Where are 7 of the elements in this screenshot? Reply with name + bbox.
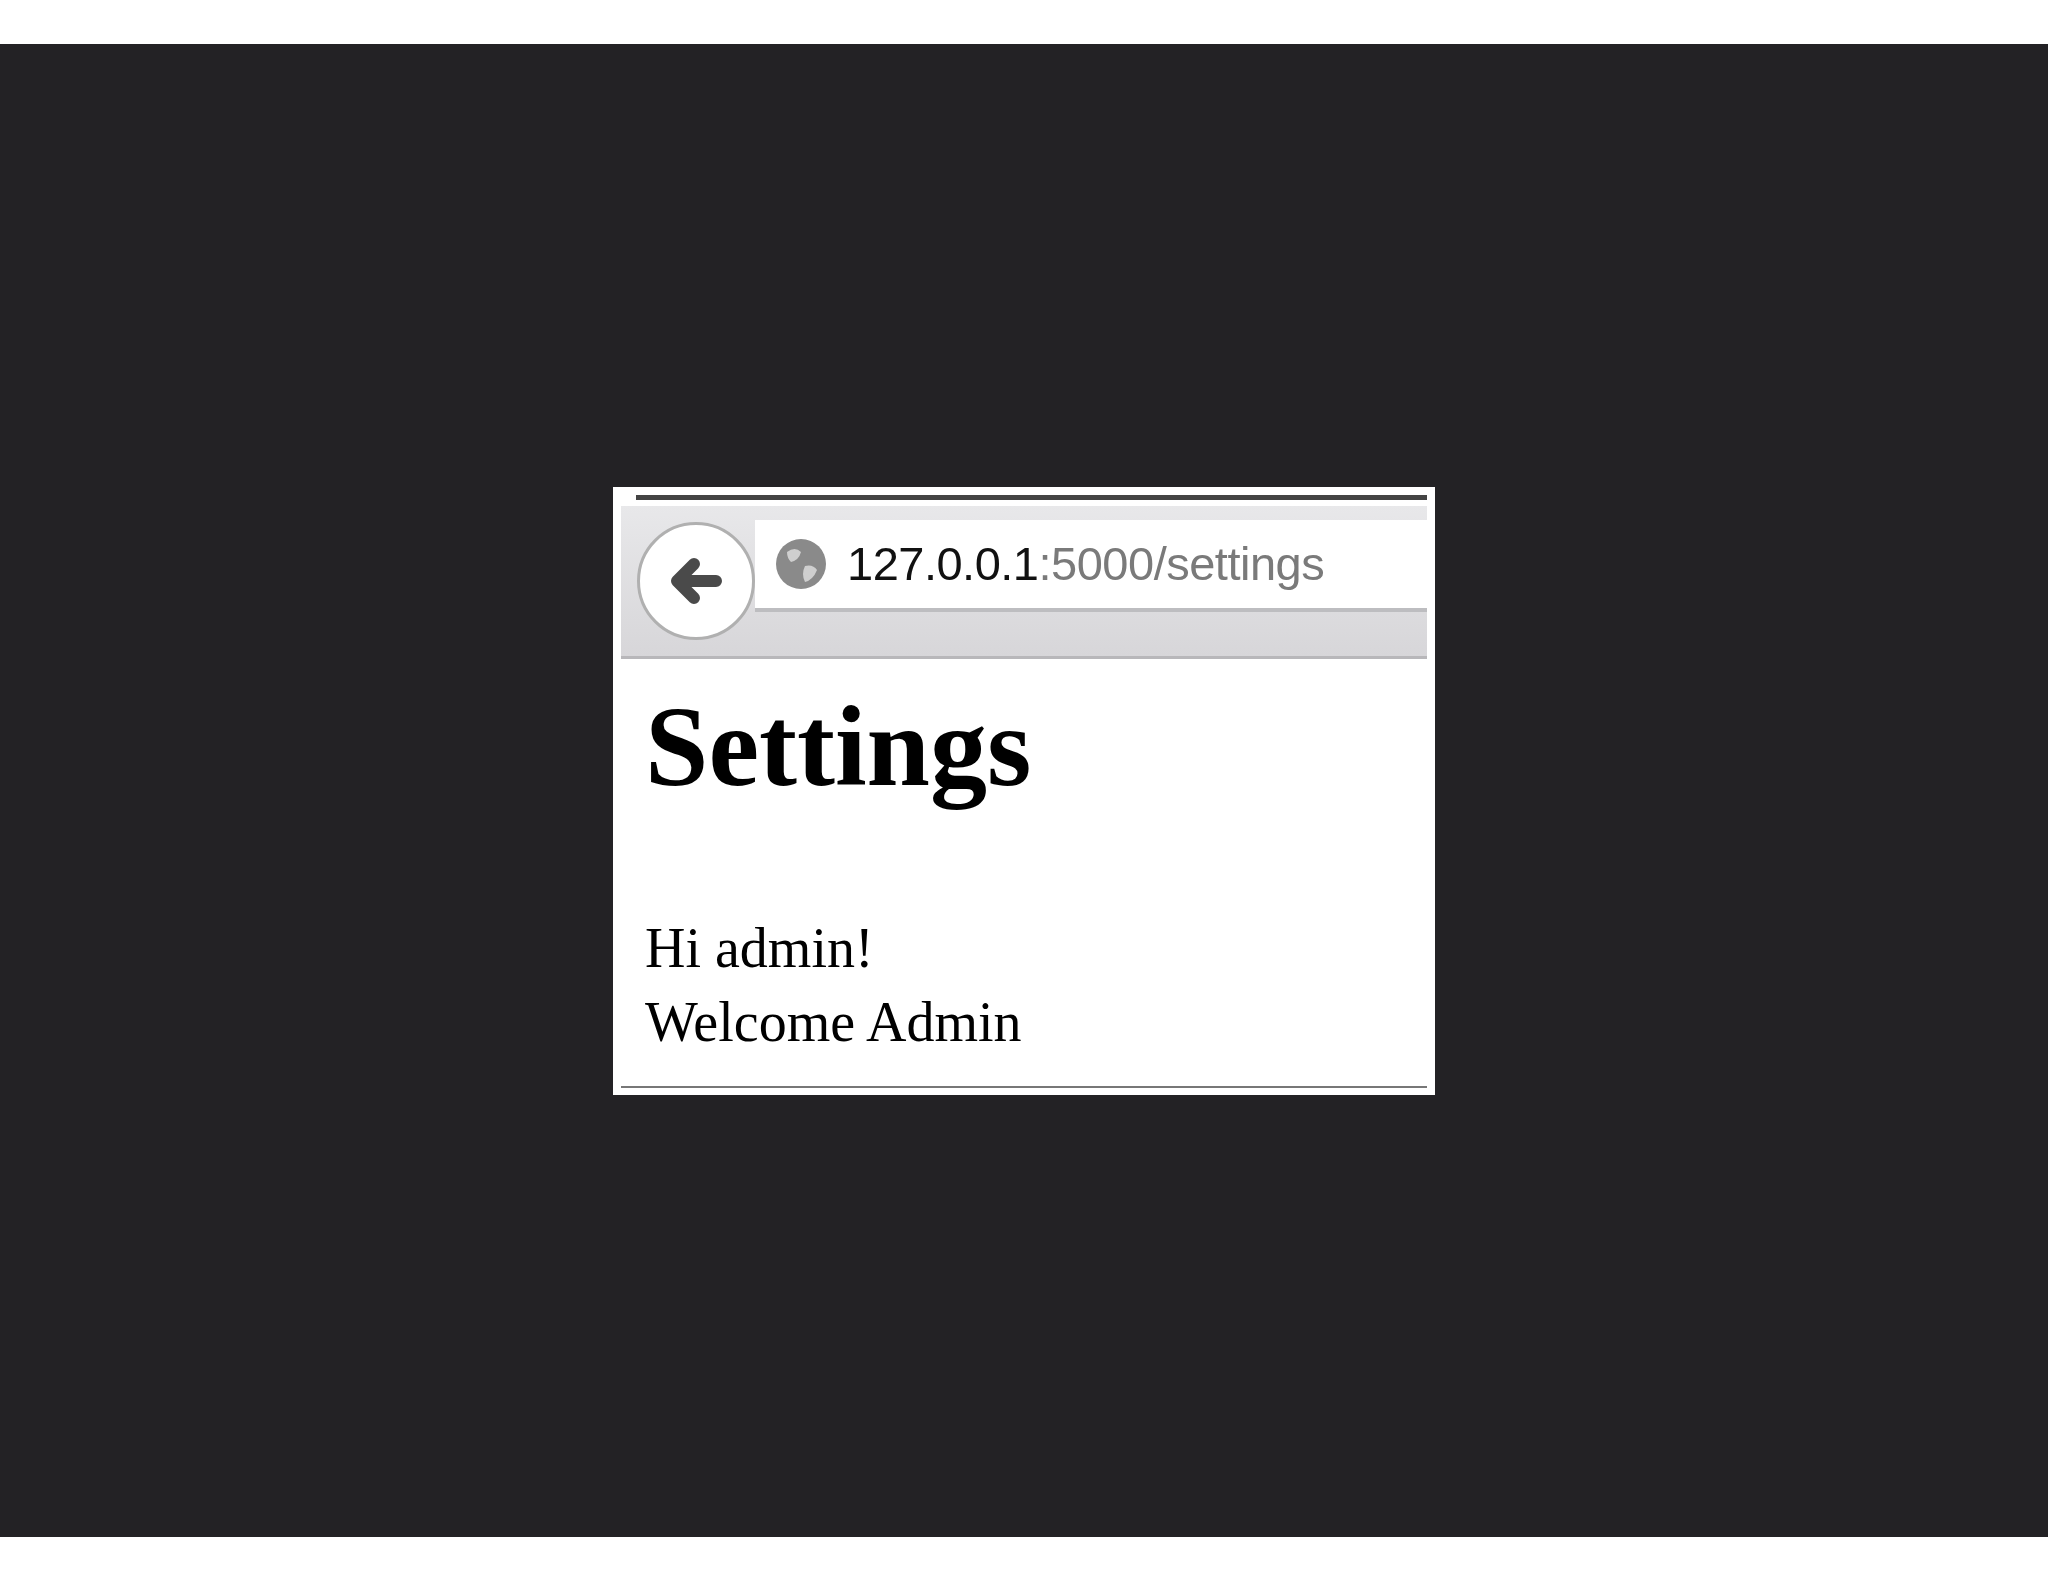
greeting-text: Welcome Admin xyxy=(645,990,1022,1056)
globe-icon xyxy=(775,537,827,590)
page-heading: Settings xyxy=(645,681,1032,812)
back-arrow-icon xyxy=(668,555,724,606)
url-text: 127.0.0.1:5000/settings xyxy=(847,536,1325,591)
greeting-text: Hi admin! xyxy=(645,916,874,982)
address-bar[interactable]: 127.0.0.1:5000/settings xyxy=(755,519,1427,612)
